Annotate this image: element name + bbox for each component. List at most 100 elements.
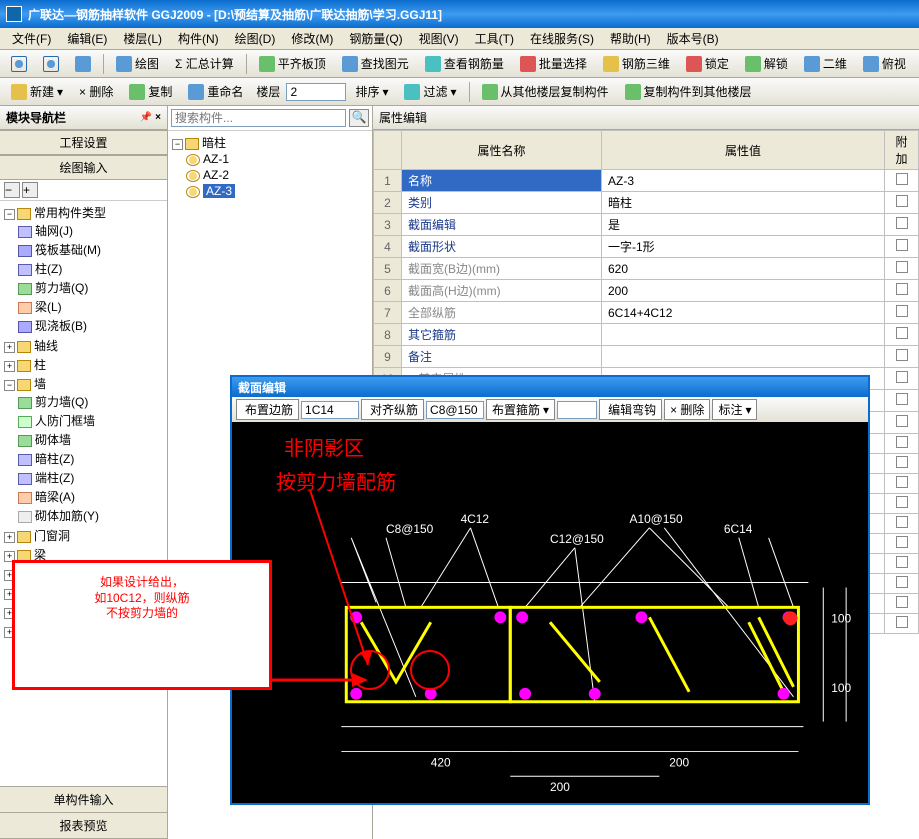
attach-checkbox[interactable] [885, 390, 919, 412]
menu-item[interactable]: 视图(V) [411, 28, 467, 49]
align-rebar-button[interactable]: 对齐纵筋 [361, 399, 424, 420]
property-row[interactable]: 3截面编辑是 [374, 214, 919, 236]
property-row[interactable]: 4截面形状一字-1形 [374, 236, 919, 258]
tree-root-label[interactable]: 常用构件类型 [34, 206, 106, 220]
tree-item[interactable]: 柱(Z) [35, 262, 62, 276]
attach-checkbox[interactable] [885, 454, 919, 474]
menu-item[interactable]: 构件(N) [170, 28, 227, 49]
property-row[interactable]: 5截面宽(B边)(mm)620 [374, 258, 919, 280]
component-item[interactable]: AZ-1 [203, 152, 229, 166]
attach-checkbox[interactable] [885, 324, 919, 346]
report-preview-tab[interactable]: 报表预览 [0, 813, 167, 839]
hoop-input[interactable] [557, 401, 597, 419]
property-row[interactable]: 6截面高(H边)(mm)200 [374, 280, 919, 302]
expand-icon[interactable]: − [4, 380, 15, 391]
menu-item[interactable]: 帮助(H) [602, 28, 659, 49]
toolbar-button[interactable]: 平齐板顶 [252, 52, 333, 75]
menu-item[interactable]: 编辑(E) [59, 28, 115, 49]
sort-button[interactable]: 排序 ▾ [348, 80, 395, 103]
menu-item[interactable]: 钢筋量(Q) [341, 28, 410, 49]
sum-calc-button[interactable]: Σ 汇总计算 [168, 52, 241, 75]
attach-checkbox[interactable] [885, 412, 919, 434]
undo-button[interactable] [4, 53, 34, 75]
component-item[interactable]: AZ-3 [203, 184, 235, 198]
copy-button[interactable]: 复制 [122, 80, 179, 103]
menu-item[interactable]: 修改(M) [283, 28, 341, 49]
property-row[interactable]: 1名称AZ-3 [374, 170, 919, 192]
property-row[interactable]: 7全部纵筋6C14+4C12 [374, 302, 919, 324]
property-value[interactable]: 620 [602, 258, 885, 280]
annotate-button[interactable]: 标注 ▾ [712, 399, 757, 420]
new-button[interactable]: 新建 ▾ [4, 80, 70, 103]
expand-icon[interactable]: − [172, 139, 183, 150]
toolbar-button[interactable]: 俯视 [856, 52, 913, 75]
attach-checkbox[interactable] [885, 434, 919, 454]
attach-checkbox[interactable] [885, 494, 919, 514]
property-value[interactable]: 200 [602, 280, 885, 302]
expand-icon[interactable]: + [4, 342, 15, 353]
toolbar-button[interactable]: 钢筋三维 [596, 52, 677, 75]
toolbar-button[interactable]: 二维 [797, 52, 854, 75]
pin-icon[interactable]: 📌 × [140, 112, 161, 123]
property-value[interactable]: 暗柱 [602, 192, 885, 214]
tree-category[interactable]: 柱 [34, 358, 46, 372]
attach-checkbox[interactable] [885, 574, 919, 594]
tree-item[interactable]: 剪力墙(Q) [35, 281, 88, 295]
redo-button[interactable] [36, 53, 66, 75]
edge-rebar-input[interactable] [301, 401, 359, 419]
attach-checkbox[interactable] [885, 280, 919, 302]
delete-button[interactable]: × 删除 [72, 80, 120, 103]
property-value[interactable]: 是 [602, 214, 885, 236]
toolbar-button[interactable]: 查找图元 [335, 52, 416, 75]
tree-item[interactable]: 剪力墙(Q) [35, 395, 88, 409]
floor-combo[interactable] [286, 83, 346, 101]
attach-checkbox[interactable] [885, 346, 919, 368]
mid-tree-root[interactable]: 暗柱 [202, 136, 226, 150]
section-draw-input[interactable]: 绘图输入 [0, 155, 167, 180]
attach-checkbox[interactable] [885, 554, 919, 574]
menu-item[interactable]: 版本号(B) [659, 28, 727, 49]
tree-item[interactable]: 砌体墙 [35, 433, 71, 447]
toolbar-button[interactable]: 批量选择 [513, 52, 594, 75]
attach-checkbox[interactable] [885, 192, 919, 214]
collapse-button[interactable]: − [4, 182, 20, 198]
attach-checkbox[interactable] [885, 302, 919, 324]
property-row[interactable]: 2类别暗柱 [374, 192, 919, 214]
menu-item[interactable]: 楼层(L) [115, 28, 170, 49]
layout-edge-rebar-button[interactable]: 布置边筋 [236, 399, 299, 420]
tree-item[interactable]: 梁(L) [35, 300, 62, 314]
copy-to-button[interactable]: 复制构件到其他楼层 [618, 80, 759, 103]
attach-checkbox[interactable] [885, 474, 919, 494]
single-input-tab[interactable]: 单构件输入 [0, 787, 167, 813]
tree-category[interactable]: 墙 [34, 377, 46, 391]
toolbar-button[interactable]: 锁定 [679, 52, 736, 75]
rename-button[interactable]: 重命名 [181, 80, 250, 103]
filter-button[interactable]: 过滤 ▾ [397, 80, 463, 103]
tree-category[interactable]: 门窗洞 [34, 529, 70, 543]
menu-item[interactable]: 工具(T) [467, 28, 522, 49]
search-button[interactable]: 🔍 [349, 109, 369, 127]
menu-item[interactable]: 在线服务(S) [522, 28, 602, 49]
layout-hoop-button[interactable]: 布置箍筋 ▾ [486, 399, 555, 420]
attach-checkbox[interactable] [885, 236, 919, 258]
save-button[interactable] [68, 53, 98, 75]
component-item[interactable]: AZ-2 [203, 168, 229, 182]
tree-item[interactable]: 砌体加筋(Y) [35, 509, 99, 523]
tree-item[interactable]: 暗柱(Z) [35, 452, 74, 466]
tree-item[interactable]: 轴网(J) [35, 224, 73, 238]
property-value[interactable]: AZ-3 [602, 170, 885, 192]
toolbar-button[interactable]: 解锁 [738, 52, 795, 75]
property-value[interactable] [602, 346, 885, 368]
attach-checkbox[interactable] [885, 534, 919, 554]
property-value[interactable] [602, 324, 885, 346]
property-row[interactable]: 9备注 [374, 346, 919, 368]
component-type-tree[interactable]: −常用构件类型轴网(J)筏板基础(M)柱(Z)剪力墙(Q)梁(L)现浇板(B)+… [0, 201, 167, 786]
menu-item[interactable]: 文件(F) [4, 28, 59, 49]
search-input[interactable] [171, 109, 346, 127]
tree-item[interactable]: 人防门框墙 [35, 414, 95, 428]
section-editor-title[interactable]: 截面编辑 [232, 377, 868, 397]
attach-checkbox[interactable] [885, 258, 919, 280]
property-row[interactable]: 8其它箍筋 [374, 324, 919, 346]
property-value[interactable]: 6C14+4C12 [602, 302, 885, 324]
toolbar-button[interactable]: 查看钢筋量 [418, 52, 511, 75]
